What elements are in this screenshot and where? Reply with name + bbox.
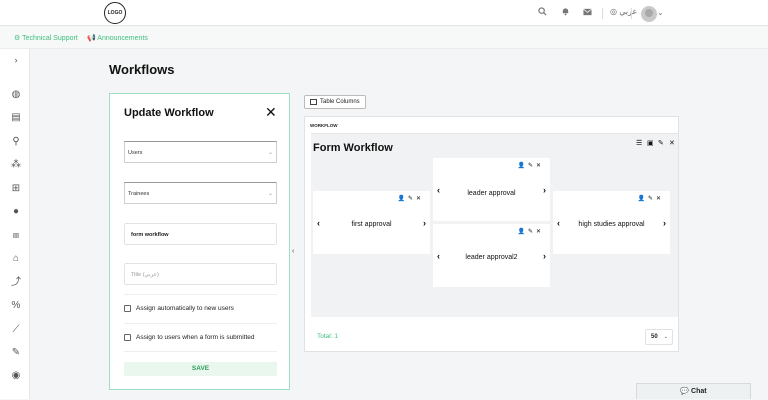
users-select-value: Users — [128, 150, 143, 156]
technical-support-label: Technical Support — [22, 35, 78, 42]
workflow-node-first-approval[interactable]: 👤✎✕ ‹ first approval › — [313, 191, 430, 254]
language-switch[interactable]: ◎ عربي — [610, 7, 637, 16]
divider — [602, 8, 603, 19]
assign-auto-row[interactable]: Assign automatically to new users — [124, 305, 234, 312]
assign-submit-label: Assign to users when a form is submitted — [136, 334, 255, 341]
support-icon: ⚙ — [14, 35, 21, 42]
sidebar: › ◍ ▤ ⚲ ⁂ ⊞ ● ⩎ ⌂ ⤴ % ⟋ ✎ ◉ — [0, 49, 30, 399]
building-icon[interactable]: ⌂ — [9, 252, 23, 266]
pen-icon[interactable]: ✎ — [9, 346, 23, 360]
workflow-node-leader-approval[interactable]: 👤✎✕ ‹ leader approval › — [433, 158, 550, 221]
sub-navigation: ⚙ Technical Support 📢 Announcements — [0, 27, 768, 49]
trainees-select-value: Trainees — [128, 191, 150, 197]
expand-icon[interactable]: › — [9, 53, 23, 67]
megaphone-icon: 📢 — [87, 35, 96, 42]
hierarchy-icon[interactable]: ⩎ — [9, 229, 23, 243]
move-right-icon[interactable]: › — [423, 218, 426, 228]
table-columns-button[interactable]: Table Columns — [304, 95, 366, 109]
delete-icon[interactable]: ✕ — [669, 140, 675, 148]
page-size-select[interactable]: 50 ⌄ — [645, 329, 673, 345]
assign-submit-row[interactable]: Assign to users when a form is submitted — [124, 334, 255, 341]
trainees-select[interactable]: Trainees ⌄ — [124, 182, 277, 204]
page-size-value: 50 — [651, 334, 658, 340]
collapse-panel-icon[interactable]: ‹ — [292, 248, 294, 255]
table-icon[interactable]: ⊞ — [9, 182, 23, 196]
logo[interactable]: LOGO — [104, 2, 126, 24]
chat-icon: 💬 — [680, 388, 690, 395]
columns-icon — [310, 99, 317, 105]
divider — [124, 323, 277, 324]
chat-button[interactable]: 💬 Chat — [636, 383, 751, 399]
move-right-icon[interactable]: › — [543, 251, 546, 261]
book-icon[interactable]: ▤ — [9, 111, 23, 125]
chevron-down-icon[interactable]: ⌄ — [657, 8, 664, 17]
add-icon[interactable]: ▣ — [647, 140, 654, 148]
top-bar: LOGO ◎ عربي ⌄ — [0, 0, 768, 26]
list-icon[interactable]: ☰ — [636, 140, 642, 148]
language-label: عربي — [619, 7, 638, 16]
bell-icon[interactable] — [559, 7, 571, 19]
announcements-link[interactable]: 📢 Announcements — [87, 34, 148, 42]
node-actions[interactable]: 👤✎✕ — [517, 162, 544, 169]
node-label: leader approval — [467, 190, 516, 197]
person-icon[interactable]: ⚲ — [9, 135, 23, 149]
column-header: WORKFLOW — [310, 123, 338, 128]
divider — [124, 351, 277, 352]
palette-icon[interactable]: ◉ — [9, 369, 23, 383]
arrow-up-icon[interactable]: ⤴ — [9, 276, 23, 290]
node-label: high studies approval — [578, 221, 645, 228]
search-icon[interactable] — [536, 7, 548, 19]
total-count: Total: 1 — [317, 333, 338, 340]
workflow-node-leader-approval2[interactable]: 👤✎✕ ‹ leader approval2 › — [433, 224, 550, 287]
panel-title: Update Workflow — [124, 107, 214, 119]
globe-icon[interactable]: ◍ — [9, 88, 23, 102]
chevron-down-icon: ⌄ — [267, 191, 273, 197]
divider — [124, 294, 277, 295]
save-button[interactable]: SAVE — [124, 362, 277, 376]
chat-label: Chat — [691, 388, 707, 395]
workflow-table: WORKFLOW Form Workflow ☰ ▣ ✎ ✕ 👤✎✕ ‹ lea… — [304, 116, 679, 352]
move-right-icon[interactable]: › — [663, 218, 666, 228]
assign-auto-checkbox[interactable] — [124, 305, 131, 312]
update-workflow-panel: Update Workflow ✕ Users ⌄ Trainees ⌄ for… — [109, 93, 290, 390]
mail-icon[interactable] — [581, 7, 593, 19]
move-right-icon[interactable]: › — [543, 185, 546, 195]
avatar[interactable] — [641, 6, 657, 22]
node-actions[interactable]: 👤✎✕ — [637, 195, 664, 202]
node-actions[interactable]: 👤✎✕ — [397, 195, 424, 202]
title-arabic-input[interactable]: Title (عربي) — [124, 263, 277, 285]
percent-icon[interactable]: % — [9, 299, 23, 313]
table-columns-label: Table Columns — [320, 99, 360, 105]
user-icon[interactable]: ● — [9, 205, 23, 219]
divider — [631, 8, 632, 19]
globe-icon: ◎ — [610, 7, 617, 16]
close-icon[interactable]: ✕ — [265, 104, 277, 121]
page-title: Workflows — [109, 62, 175, 77]
workflow-canvas: Form Workflow ☰ ▣ ✎ ✕ 👤✎✕ ‹ leader appro… — [311, 133, 678, 317]
users-select[interactable]: Users ⌄ — [124, 141, 277, 163]
node-label: first approval — [351, 221, 392, 228]
workflow-title: Form Workflow — [313, 142, 393, 154]
node-label: leader approval2 — [465, 254, 518, 261]
chart-icon[interactable]: ⟋ — [9, 323, 23, 337]
node-actions[interactable]: 👤✎✕ — [517, 228, 544, 235]
assign-submit-checkbox[interactable] — [124, 334, 131, 341]
assign-auto-label: Assign automatically to new users — [136, 305, 234, 312]
workflow-name-input[interactable]: form workflow — [124, 223, 277, 245]
technical-support-link[interactable]: ⚙ Technical Support — [14, 34, 78, 42]
workflow-node-high-studies-approval[interactable]: 👤✎✕ ‹ high studies approval › — [553, 191, 670, 254]
chevron-down-icon: ⌄ — [267, 150, 273, 156]
announcements-label: Announcements — [97, 35, 148, 42]
group-icon[interactable]: ⁂ — [9, 158, 23, 172]
edit-icon[interactable]: ✎ — [658, 140, 664, 148]
chevron-down-icon: ⌄ — [663, 334, 668, 340]
